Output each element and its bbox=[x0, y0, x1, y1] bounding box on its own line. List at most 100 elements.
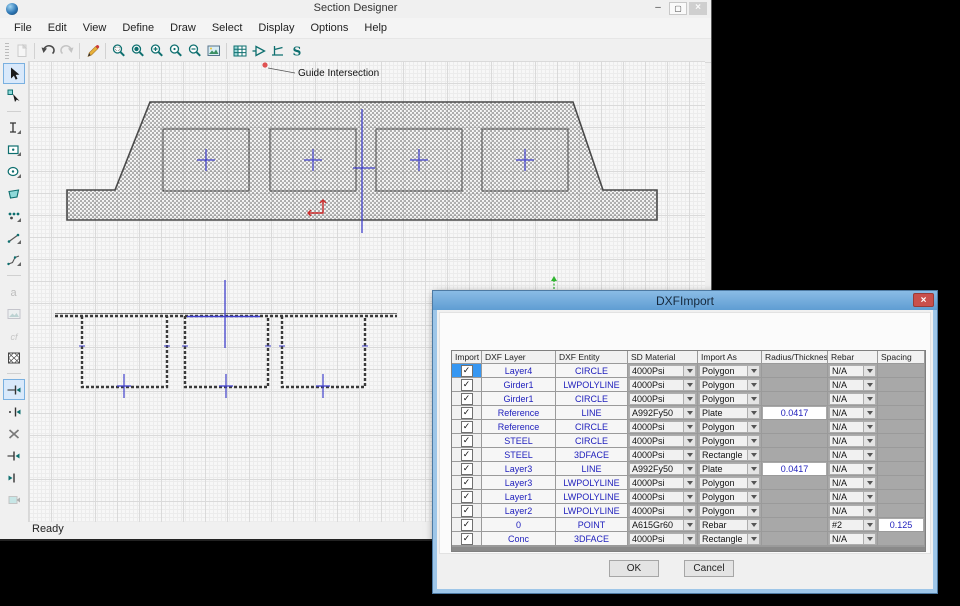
dropdown-arrow-icon[interactable] bbox=[863, 436, 875, 446]
show-guides-button[interactable] bbox=[268, 41, 287, 60]
rebar-select[interactable]: N/A bbox=[828, 378, 878, 392]
dxf-entity-cell[interactable]: CIRCLE bbox=[556, 392, 628, 406]
dropdown-arrow-icon[interactable] bbox=[747, 520, 759, 530]
import-as-select[interactable]: Polygon bbox=[698, 420, 762, 434]
sd-material-select[interactable]: A992Fy50 bbox=[628, 406, 698, 420]
dropdown-arrow-icon[interactable] bbox=[683, 450, 695, 460]
dropdown-arrow-icon[interactable] bbox=[747, 422, 759, 432]
dropdown-arrow-icon[interactable] bbox=[747, 534, 759, 544]
import-as-select[interactable]: Polygon bbox=[698, 364, 762, 378]
show-local-axes-button[interactable] bbox=[249, 41, 268, 60]
dxf-layer-cell[interactable]: 0 bbox=[482, 518, 556, 532]
guide-move-right-tool[interactable] bbox=[3, 467, 25, 488]
import-as-select[interactable]: Polygon bbox=[698, 392, 762, 406]
rebar-select[interactable]: N/A bbox=[828, 504, 878, 518]
spacing-field[interactable]: 0.125 bbox=[878, 518, 925, 532]
close-button[interactable]: × bbox=[689, 2, 707, 15]
dxf-entity-cell[interactable]: CIRCLE bbox=[556, 420, 628, 434]
dxf-layer-cell[interactable]: Reference bbox=[482, 406, 556, 420]
redo-button[interactable] bbox=[57, 41, 76, 60]
show-grid-button[interactable] bbox=[230, 41, 249, 60]
dropdown-arrow-icon[interactable] bbox=[683, 534, 695, 544]
dropdown-arrow-icon[interactable] bbox=[683, 478, 695, 488]
dropdown-arrow-icon[interactable] bbox=[683, 436, 695, 446]
import-checkbox-cell[interactable]: ✓ bbox=[452, 490, 482, 504]
menu-select[interactable]: Select bbox=[204, 18, 251, 38]
dropdown-arrow-icon[interactable] bbox=[683, 380, 695, 390]
dropdown-arrow-icon[interactable] bbox=[683, 422, 695, 432]
import-checkbox-cell[interactable]: ✓ bbox=[452, 406, 482, 420]
dxf-entity-cell[interactable]: LWPOLYLINE bbox=[556, 504, 628, 518]
sd-material-select[interactable]: A992Fy50 bbox=[628, 462, 698, 476]
sd-material-select[interactable]: 4000Psi bbox=[628, 434, 698, 448]
rebar-select[interactable]: N/A bbox=[828, 364, 878, 378]
dropdown-arrow-icon[interactable] bbox=[747, 478, 759, 488]
dxf-entity-cell[interactable]: LWPOLYLINE bbox=[556, 378, 628, 392]
rebar-select[interactable]: N/A bbox=[828, 532, 878, 546]
dropdown-arrow-icon[interactable] bbox=[683, 520, 695, 530]
dropdown-arrow-icon[interactable] bbox=[747, 394, 759, 404]
guide-snap-tool[interactable] bbox=[3, 489, 25, 510]
menu-options[interactable]: Options bbox=[302, 18, 356, 38]
dropdown-arrow-icon[interactable] bbox=[863, 520, 875, 530]
zoom-out-button[interactable] bbox=[185, 41, 204, 60]
draw-rectangle-tool[interactable] bbox=[3, 139, 25, 160]
sd-material-select[interactable]: 4000Psi bbox=[628, 476, 698, 490]
menu-view[interactable]: View bbox=[75, 18, 115, 38]
dropdown-arrow-icon[interactable] bbox=[747, 366, 759, 376]
rebar-select[interactable]: N/A bbox=[828, 406, 878, 420]
dropdown-arrow-icon[interactable] bbox=[863, 450, 875, 460]
zoom-in-button[interactable] bbox=[128, 41, 147, 60]
sd-material-select[interactable]: 4000Psi bbox=[628, 364, 698, 378]
rebar-select[interactable]: #2 bbox=[828, 518, 878, 532]
dxf-entity-cell[interactable]: LWPOLYLINE bbox=[556, 490, 628, 504]
import-checkbox-cell[interactable]: ✓ bbox=[452, 434, 482, 448]
dxf-layer-cell[interactable]: Girder1 bbox=[482, 378, 556, 392]
sd-material-select[interactable]: 4000Psi bbox=[628, 378, 698, 392]
import-as-select[interactable]: Rectangle bbox=[698, 448, 762, 462]
import-checkbox-cell[interactable]: ✓ bbox=[452, 448, 482, 462]
radius-thickness-field[interactable]: 0.0417 bbox=[762, 462, 828, 476]
dropdown-arrow-icon[interactable] bbox=[863, 394, 875, 404]
draw-reference-tool[interactable]: cf bbox=[3, 325, 25, 346]
dxf-entity-cell[interactable]: 3DFACE bbox=[556, 532, 628, 546]
draw-section-tool[interactable] bbox=[3, 117, 25, 138]
checkbox-checked-icon[interactable]: ✓ bbox=[461, 533, 473, 545]
import-as-select[interactable]: Polygon bbox=[698, 490, 762, 504]
dropdown-arrow-icon[interactable] bbox=[747, 380, 759, 390]
title-bar[interactable]: Section Designer – ▢ × bbox=[0, 0, 711, 18]
draw-circle-tool[interactable] bbox=[3, 161, 25, 182]
dxf-entity-cell[interactable]: LWPOLYLINE bbox=[556, 476, 628, 490]
zoom-point-button[interactable] bbox=[166, 41, 185, 60]
menu-draw[interactable]: Draw bbox=[162, 18, 204, 38]
dxf-layer-cell[interactable]: STEEL bbox=[482, 434, 556, 448]
dialog-close-button[interactable]: × bbox=[913, 293, 934, 307]
import-as-select[interactable]: Polygon bbox=[698, 378, 762, 392]
import-checkbox-cell[interactable]: ✓ bbox=[452, 504, 482, 518]
draw-polyline-tool[interactable] bbox=[3, 249, 25, 270]
checkbox-checked-icon[interactable]: ✓ bbox=[461, 407, 473, 419]
dxf-layer-cell[interactable]: Layer3 bbox=[482, 462, 556, 476]
draw-rebar-tool[interactable] bbox=[3, 205, 25, 226]
guide-intersection-dot[interactable] bbox=[262, 62, 267, 67]
import-as-select[interactable]: Plate bbox=[698, 406, 762, 420]
dropdown-arrow-icon[interactable] bbox=[683, 408, 695, 418]
menu-file[interactable]: File bbox=[6, 18, 40, 38]
dropdown-arrow-icon[interactable] bbox=[683, 366, 695, 376]
import-checkbox-cell[interactable]: ✓ bbox=[452, 518, 482, 532]
ok-button[interactable]: OK bbox=[609, 560, 659, 577]
checkbox-checked-icon[interactable]: ✓ bbox=[461, 379, 473, 391]
show-stress-button[interactable]: S bbox=[287, 41, 306, 60]
checkbox-checked-icon[interactable]: ✓ bbox=[461, 435, 473, 447]
dropdown-arrow-icon[interactable] bbox=[683, 464, 695, 474]
draw-text-tool[interactable]: a bbox=[3, 281, 25, 302]
dropdown-arrow-icon[interactable] bbox=[683, 492, 695, 502]
menu-define[interactable]: Define bbox=[114, 18, 162, 38]
select-tool[interactable] bbox=[3, 63, 25, 84]
menu-help[interactable]: Help bbox=[356, 18, 395, 38]
sd-material-select[interactable]: A615Gr60 bbox=[628, 518, 698, 532]
dxf-layer-cell[interactable]: Layer4 bbox=[482, 364, 556, 378]
new-document-button[interactable] bbox=[12, 41, 31, 60]
import-checkbox-cell[interactable]: ✓ bbox=[452, 476, 482, 490]
dxf-entity-cell[interactable]: CIRCLE bbox=[556, 364, 628, 378]
